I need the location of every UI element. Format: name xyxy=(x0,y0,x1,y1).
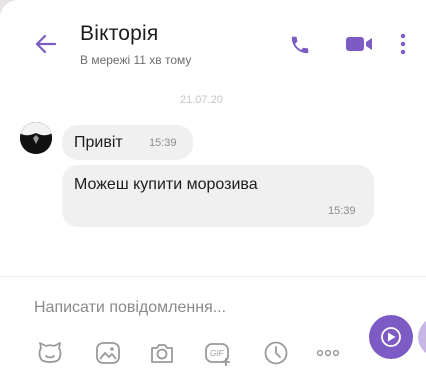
gallery-icon[interactable] xyxy=(94,339,122,367)
message-time: 15:39 xyxy=(328,205,356,217)
composer: GIF xyxy=(0,276,426,372)
message-text: Привіт xyxy=(74,134,123,151)
more-icon[interactable] xyxy=(314,339,342,367)
message-bubble[interactable]: Привіт 15:39 xyxy=(62,125,193,160)
video-call-icon[interactable] xyxy=(345,35,373,53)
voice-record-button[interactable] xyxy=(418,317,426,357)
date-divider: 21.07.20 xyxy=(180,94,223,106)
last-seen-status: В мережі 11 хв тому xyxy=(80,53,192,67)
message-text: Можеш купити морозива xyxy=(74,176,258,193)
contact-name[interactable]: Вікторія xyxy=(80,22,158,46)
send-button[interactable] xyxy=(369,315,413,359)
message-list[interactable]: 21.07.20 Привіт 15:39 Можеш купити мороз… xyxy=(0,84,426,276)
phone-call-icon[interactable] xyxy=(289,34,311,56)
message-input[interactable] xyxy=(34,293,354,323)
gif-icon[interactable]: GIF xyxy=(204,339,232,367)
svg-text:GIF: GIF xyxy=(210,349,224,358)
sticker-icon[interactable] xyxy=(36,339,64,367)
message-bubble[interactable]: Можеш купити морозива 15:39 xyxy=(62,165,374,227)
chat-screen: Вікторія В мережі 11 хв тому 21.07.20 Пр… xyxy=(0,0,426,372)
contact-avatar[interactable] xyxy=(20,122,52,154)
camera-icon[interactable] xyxy=(148,339,176,367)
timer-icon[interactable] xyxy=(262,339,290,367)
back-arrow-icon[interactable] xyxy=(34,34,56,54)
send-icon xyxy=(381,327,401,347)
message-time: 15:39 xyxy=(149,137,177,149)
more-options-icon[interactable] xyxy=(398,33,408,55)
avatar-image xyxy=(20,122,52,154)
chat-header: Вікторія В мережі 11 хв тому xyxy=(0,0,426,84)
